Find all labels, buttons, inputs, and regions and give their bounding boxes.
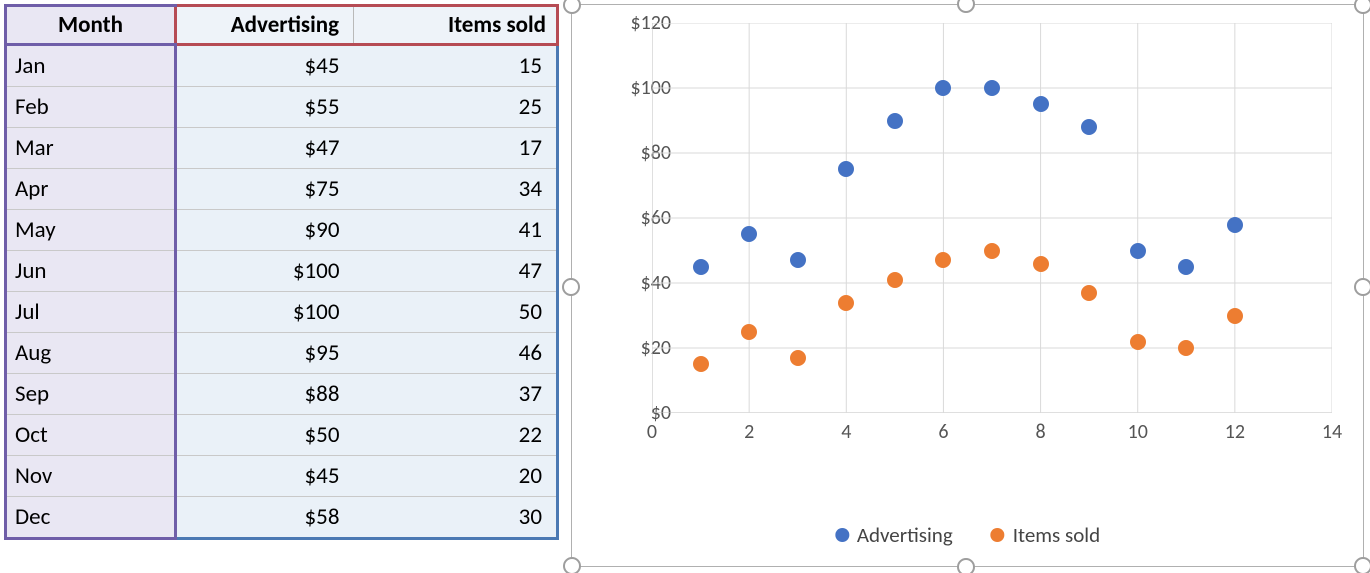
data-point[interactable] [1178,259,1194,275]
col-header-month[interactable]: Month [6,6,176,45]
cell-month[interactable]: May [6,210,176,251]
data-table[interactable]: Month Advertising Items sold Jan$4515Feb… [4,4,559,540]
resize-handle-icon[interactable] [957,558,975,573]
legend-label: Items sold [1013,522,1100,548]
cell-advertising[interactable]: $90 [176,210,354,251]
cell-advertising[interactable]: $88 [176,374,354,415]
app-root: Month Advertising Items sold Jan$4515Feb… [0,0,1370,573]
table-row[interactable]: Nov$4520 [6,456,558,497]
col-header-advertising[interactable]: Advertising [176,6,354,45]
dot-icon [835,528,849,542]
cell-items-sold[interactable]: 25 [354,87,558,128]
cell-month[interactable]: Dec [6,497,176,539]
data-point[interactable] [1033,256,1049,272]
cell-advertising[interactable]: $75 [176,169,354,210]
cell-advertising[interactable]: $50 [176,415,354,456]
dot-icon [991,528,1005,542]
table-row[interactable]: May$9041 [6,210,558,251]
cell-items-sold[interactable]: 17 [354,128,558,169]
data-point[interactable] [1130,243,1146,259]
data-point[interactable] [790,252,806,268]
resize-handle-icon[interactable] [1354,557,1370,573]
cell-advertising[interactable]: $47 [176,128,354,169]
table-row[interactable]: Oct$5022 [6,415,558,456]
table-row[interactable]: Apr$7534 [6,169,558,210]
cell-month[interactable]: Jun [6,251,176,292]
resize-handle-icon[interactable] [1354,0,1370,14]
cell-advertising[interactable]: $100 [176,251,354,292]
x-tick-label: 0 [632,420,672,444]
cell-month[interactable]: Mar [6,128,176,169]
cell-items-sold[interactable]: 20 [354,456,558,497]
x-tick-label: 14 [1312,420,1352,444]
data-point[interactable] [838,295,854,311]
cell-items-sold[interactable]: 37 [354,374,558,415]
cell-items-sold[interactable]: 46 [354,333,558,374]
resize-handle-icon[interactable] [562,278,580,296]
data-point[interactable] [1081,285,1097,301]
data-point[interactable] [1130,334,1146,350]
data-point[interactable] [790,350,806,366]
chart-frame: $0$20$40$60$80$100$120 02468101214 Adver… [571,4,1364,567]
cell-month[interactable]: Sep [6,374,176,415]
legend-item-items-sold[interactable]: Items sold [991,522,1100,548]
data-point[interactable] [1227,217,1243,233]
header-row: Month Advertising Items sold [6,6,558,45]
cell-advertising[interactable]: $55 [176,87,354,128]
x-tick-label: 8 [1021,420,1061,444]
table-row[interactable]: Sep$8837 [6,374,558,415]
data-point[interactable] [693,259,709,275]
x-tick-label: 12 [1215,420,1255,444]
data-point[interactable] [887,113,903,129]
cell-month[interactable]: Feb [6,87,176,128]
plot-area [652,23,1332,413]
chart-legend: Advertising Items sold [835,522,1100,548]
x-tick-label: 6 [923,420,963,444]
cell-items-sold[interactable]: 50 [354,292,558,333]
x-tick-label: 4 [826,420,866,444]
legend-label: Advertising [857,522,953,548]
cell-month[interactable]: Apr [6,169,176,210]
chart-object[interactable]: $0$20$40$60$80$100$120 02468101214 Adver… [565,2,1366,571]
data-point[interactable] [1033,96,1049,112]
table-row[interactable]: Dec$5830 [6,497,558,539]
cell-advertising[interactable]: $58 [176,497,354,539]
cell-month[interactable]: Jul [6,292,176,333]
data-point[interactable] [887,272,903,288]
cell-advertising[interactable]: $45 [176,456,354,497]
col-header-items-sold[interactable]: Items sold [354,6,558,45]
data-point[interactable] [1227,308,1243,324]
cell-items-sold[interactable]: 30 [354,497,558,539]
table-row[interactable]: Feb$5525 [6,87,558,128]
data-point[interactable] [741,324,757,340]
cell-month[interactable]: Nov [6,456,176,497]
cell-items-sold[interactable]: 15 [354,45,558,87]
table-row[interactable]: Jan$4515 [6,45,558,87]
x-tick-label: 10 [1118,420,1158,444]
resize-handle-icon[interactable] [563,557,581,573]
legend-item-advertising[interactable]: Advertising [835,522,953,548]
data-point[interactable] [693,356,709,372]
data-point[interactable] [984,80,1000,96]
table-row[interactable]: Aug$9546 [6,333,558,374]
cell-advertising[interactable]: $95 [176,333,354,374]
cell-month[interactable]: Aug [6,333,176,374]
data-point[interactable] [984,243,1000,259]
resize-handle-icon[interactable] [1354,278,1370,296]
cell-advertising[interactable]: $45 [176,45,354,87]
x-tick-label: 2 [729,420,769,444]
data-table-wrap: Month Advertising Items sold Jan$4515Feb… [0,0,565,573]
table-row[interactable]: Mar$4717 [6,128,558,169]
cell-month[interactable]: Oct [6,415,176,456]
cell-items-sold[interactable]: 47 [354,251,558,292]
table-row[interactable]: Jun$10047 [6,251,558,292]
cell-items-sold[interactable]: 34 [354,169,558,210]
cell-month[interactable]: Jan [6,45,176,87]
table-row[interactable]: Jul$10050 [6,292,558,333]
cell-advertising[interactable]: $100 [176,292,354,333]
cell-items-sold[interactable]: 22 [354,415,558,456]
cell-items-sold[interactable]: 41 [354,210,558,251]
